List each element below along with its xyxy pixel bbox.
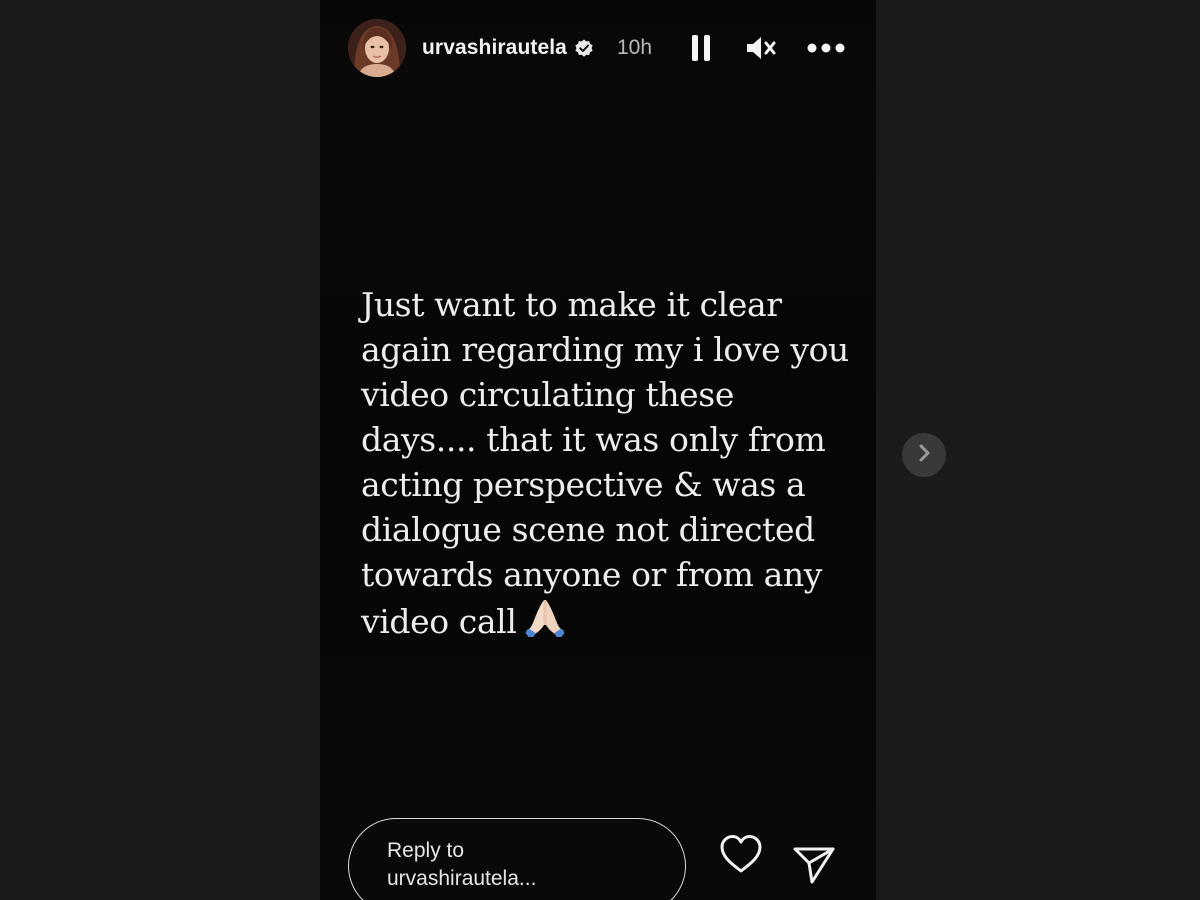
story-text-line: Just want to make it clear	[361, 285, 782, 324]
muted-speaker-icon[interactable]	[744, 33, 778, 63]
story-text-line: towards anyone or from any	[361, 555, 823, 594]
reply-placeholder-line1: Reply to	[387, 839, 465, 862]
verified-badge-icon	[573, 37, 595, 59]
story-text-line: again regarding my i love you	[361, 330, 849, 369]
story-controls	[686, 33, 846, 63]
heart-icon[interactable]	[718, 832, 764, 876]
story-text-line: video call	[361, 602, 517, 641]
story-footer: Reply to urvashirautela...	[348, 818, 846, 900]
send-icon[interactable]	[792, 844, 836, 886]
story-frame[interactable]: urvashirautela 10h Just want to make it …	[320, 0, 876, 900]
story-username[interactable]: urvashirautela	[422, 36, 567, 60]
more-options-icon[interactable]	[806, 33, 846, 63]
pause-icon[interactable]	[686, 33, 716, 63]
story-text-last-line: video call	[361, 597, 861, 644]
story-text-line: dialogue scene not directed	[361, 510, 815, 549]
reply-input[interactable]: Reply to urvashirautela...	[348, 818, 686, 900]
story-timestamp: 10h	[616, 36, 653, 59]
story-header: urvashirautela 10h	[348, 18, 846, 78]
reply-placeholder-line2: urvashirautela...	[387, 867, 537, 890]
next-story-button[interactable]	[902, 433, 946, 477]
story-viewer: urvashirautela 10h Just want to make it …	[0, 0, 1200, 900]
chevron-right-icon	[916, 443, 932, 468]
avatar[interactable]	[348, 19, 406, 77]
folded-hands-emoji-icon	[524, 597, 566, 638]
story-text-line: days.... that it was only from	[361, 420, 826, 459]
story-caption: Just want to make it clear again regardi…	[361, 282, 861, 644]
story-text-line: video circulating these	[361, 375, 734, 414]
story-text-line: acting perspective & was a	[361, 465, 806, 504]
